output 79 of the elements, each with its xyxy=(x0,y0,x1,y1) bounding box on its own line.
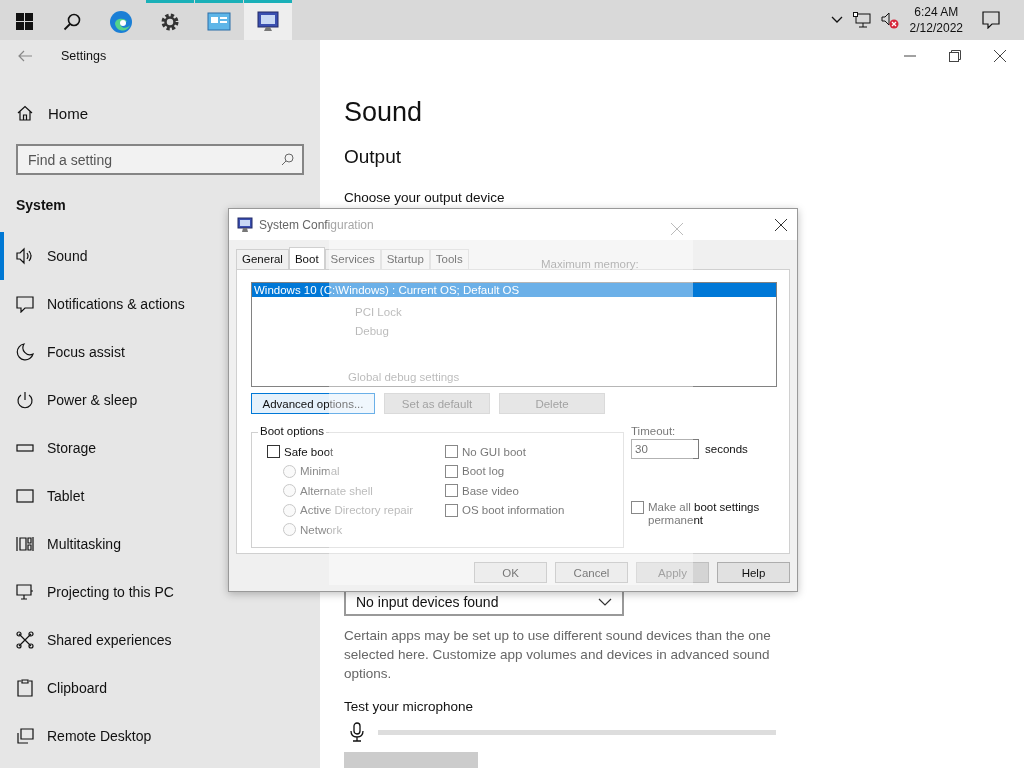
app-title: Settings xyxy=(61,49,107,63)
faded-label: Global debug settings xyxy=(348,371,461,383)
section-heading: System xyxy=(16,197,67,215)
info-text: Certain apps may be set up to use different sound devices than the one selected here. Customize app volumes and devices in advanced sound options. xyxy=(344,627,772,683)
dialog-button[interactable]: Cancel xyxy=(555,562,628,583)
nav-item[interactable]: Projecting to this PC xyxy=(0,568,320,616)
unit-label: seconds xyxy=(705,443,748,455)
computer-icon xyxy=(256,9,280,34)
checkbox[interactable]: Make all boot settings permanent xyxy=(631,501,768,527)
dialog-button[interactable]: Advanced options... xyxy=(251,393,375,414)
home-link[interactable]: Home xyxy=(17,100,320,126)
page-title: Sound xyxy=(344,97,424,128)
checkbox[interactable]: No GUI boot xyxy=(445,445,623,459)
nav-item[interactable]: Shared experiences xyxy=(0,616,320,664)
tab[interactable]: Tools xyxy=(429,249,469,269)
checkbox-label: No GUI boot xyxy=(462,445,526,458)
start-icon[interactable] xyxy=(15,13,33,30)
taskbar-app[interactable] xyxy=(244,0,292,40)
group-title: Boot options xyxy=(258,425,326,437)
radio-label: Network xyxy=(300,523,343,536)
checkbox[interactable]: Safe boot xyxy=(267,445,445,459)
faded-label: Maximum memory: xyxy=(541,258,640,272)
nav-item[interactable]: Remote Desktop xyxy=(0,712,320,760)
microphone-icon xyxy=(350,722,364,742)
tab[interactable]: Startup xyxy=(380,249,430,269)
dialog-title: System Configuration xyxy=(259,217,374,232)
remote-desktop-icon xyxy=(16,727,34,745)
network-icon[interactable] xyxy=(852,12,871,28)
tablet-icon xyxy=(16,487,34,505)
clock-date[interactable]: 2/12/2022 xyxy=(909,20,963,36)
notification-icon[interactable] xyxy=(982,11,1000,29)
timeout-label: Timeout: xyxy=(631,425,677,437)
control-panel-icon xyxy=(207,11,231,32)
restore-icon[interactable] xyxy=(949,50,961,62)
close-icon[interactable] xyxy=(994,50,1006,62)
checkbox-label: Make all boot settings permanent xyxy=(648,501,761,527)
search-field[interactable]: Find a setting xyxy=(16,144,304,175)
tab[interactable]: Boot xyxy=(288,247,325,269)
close-icon xyxy=(671,223,683,235)
checkbox-label: Base video xyxy=(462,484,519,497)
checkbox[interactable]: Boot log xyxy=(445,464,623,478)
nav-item[interactable]: Clipboard xyxy=(0,664,320,712)
timeout-field[interactable]: 30 xyxy=(631,439,699,459)
shared-icon xyxy=(16,631,34,649)
speech-bubble-icon xyxy=(16,295,34,313)
moon-icon xyxy=(16,343,34,361)
radio-label: Minimal xyxy=(300,465,340,478)
field-label: Choose your output device xyxy=(344,190,506,205)
checkbox-label: OS boot information xyxy=(462,504,565,517)
speaker-muted-icon[interactable] xyxy=(880,11,899,29)
search-icon[interactable] xyxy=(63,12,81,31)
chevron-down-icon xyxy=(598,598,612,606)
dialog-button[interactable]: Help xyxy=(717,562,790,583)
power-icon xyxy=(16,391,34,409)
field-label: Test your microphone xyxy=(344,699,475,714)
browser-icon xyxy=(109,9,133,34)
tab[interactable]: Services xyxy=(324,249,381,269)
faded-label: Debug xyxy=(355,325,390,339)
back-arrow-icon[interactable] xyxy=(18,50,32,62)
checkbox-label: Safe boot xyxy=(284,445,334,458)
computer-icon xyxy=(237,216,253,233)
clipboard-icon xyxy=(16,679,34,697)
radio-label: Alternate shell xyxy=(300,484,373,497)
projector-icon xyxy=(16,583,34,601)
section-title: Output xyxy=(344,146,403,168)
clock-time[interactable]: 6:24 AM xyxy=(914,4,959,20)
checkbox[interactable]: OS boot information xyxy=(445,503,623,517)
dialog-button[interactable]: OK xyxy=(474,562,547,583)
checkbox-label: Boot log xyxy=(462,465,505,478)
speaker-icon xyxy=(16,247,34,265)
faded-label: PCI Lock xyxy=(355,306,403,320)
home-icon xyxy=(17,105,33,121)
gear-icon xyxy=(160,11,180,32)
radio-label: Active Directory repair xyxy=(300,504,414,517)
tab[interactable]: General xyxy=(236,249,289,269)
search-icon xyxy=(281,153,294,166)
close-icon[interactable] xyxy=(775,218,787,231)
checkbox[interactable]: Base video xyxy=(445,484,623,498)
multitasking-icon xyxy=(16,535,34,553)
